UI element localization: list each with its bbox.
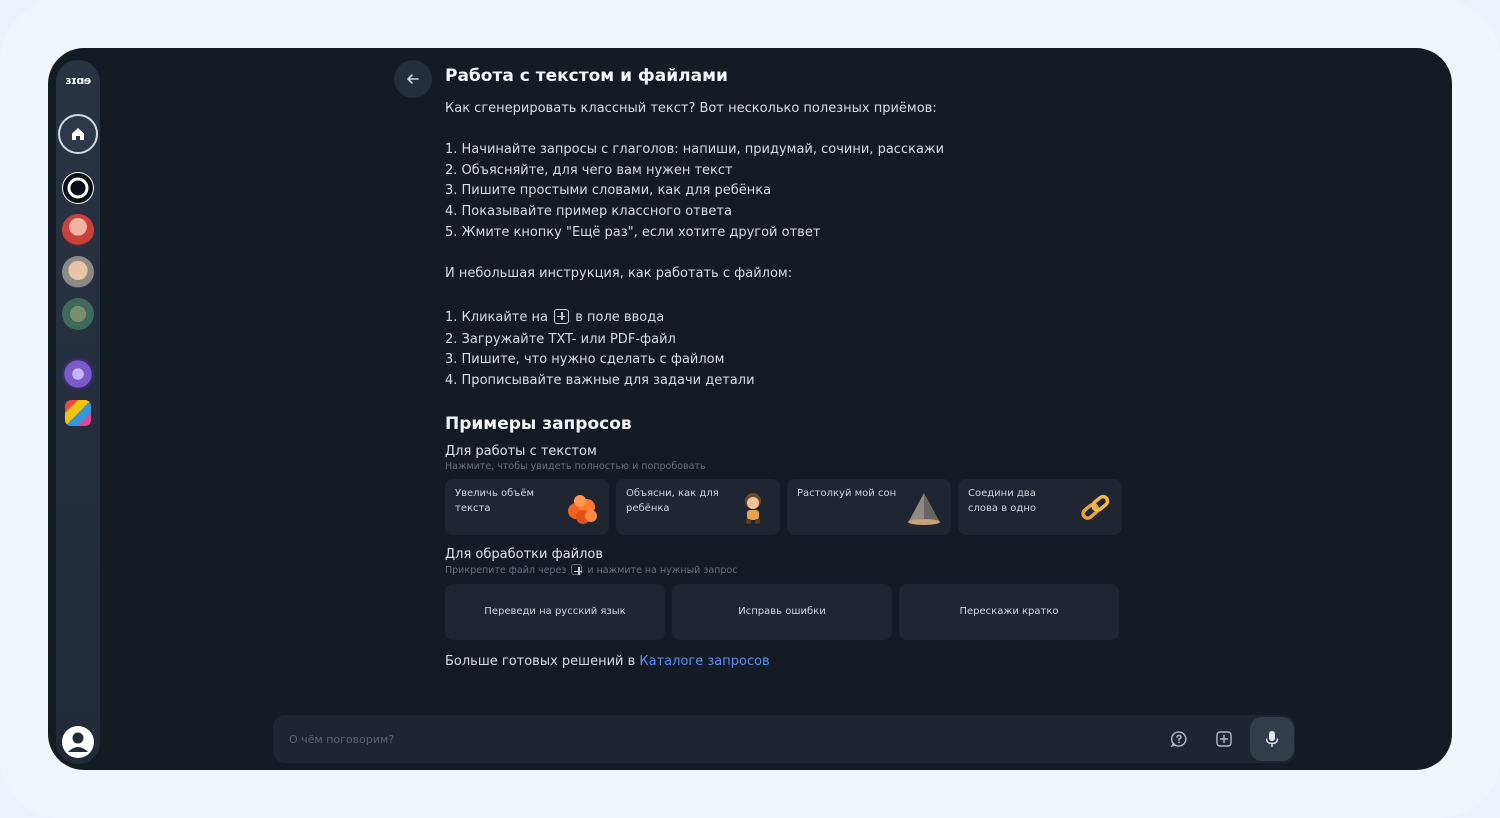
page-title: Работа с текстом и файлами xyxy=(445,66,728,86)
list-item: 4. Прописывайте важные для задачи детали xyxy=(445,373,755,389)
attach-plus-icon xyxy=(571,563,583,575)
microphone-icon xyxy=(1265,731,1279,747)
sidebar-item-avatar-gray-hair[interactable] xyxy=(62,256,94,288)
pyramid-icon xyxy=(908,492,940,525)
catalog-link[interactable]: Каталоге запросов xyxy=(639,654,769,669)
attach-button[interactable] xyxy=(1212,727,1236,751)
text-section-hint: Нажмите, чтобы увидеть полностью и попро… xyxy=(445,460,706,472)
gigachat-logo-icon xyxy=(63,173,93,203)
attach-plus-icon xyxy=(554,308,570,324)
file-intro-text: И небольшая инструкция, как работать с ф… xyxy=(445,265,793,281)
example-card[interactable]: Объясни, как для ребёнка xyxy=(616,478,780,535)
hint-text: Прикрепите файл через xyxy=(445,564,567,576)
card-label: Увеличь объём текста xyxy=(455,487,535,514)
sidebar-item-avatar-red-hair[interactable] xyxy=(62,214,94,246)
list-item: 1. Кликайте на в поле ввода xyxy=(445,306,1165,330)
list-item: 2. Загружайте TXT- или PDF-файл xyxy=(445,331,676,347)
file-section-title: Для обработки файлов xyxy=(445,546,604,562)
list-item: 4. Показывайте пример классного ответа xyxy=(445,204,732,220)
examples-heading: Примеры запросов xyxy=(445,413,632,434)
step-text: 1. Кликайте на xyxy=(445,309,548,325)
list-item: 3. Пишите простыми словами, как для ребё… xyxy=(445,183,772,199)
example-card[interactable]: Исправь ошибки xyxy=(672,583,892,640)
back-button[interactable] xyxy=(394,60,432,98)
app-window: ɜɪɑɘ Работа с текстом и файлами Как сген… xyxy=(48,48,1452,770)
intro-text: Как сгенерировать классный текст? Вот не… xyxy=(445,101,937,116)
help-bubble-icon xyxy=(1170,731,1187,748)
sidebar: ɜɪɑɘ xyxy=(56,60,100,764)
user-profile-icon xyxy=(62,726,94,758)
orange-spheres-icon xyxy=(568,494,597,524)
text-examples: Увеличь объём текста Объясни, как для ре… xyxy=(445,478,1165,535)
attach-plus-icon xyxy=(1216,731,1232,747)
sidebar-item-gigachat[interactable] xyxy=(62,172,94,204)
file-section-hint: Прикрепите файл через и нажмите на нужны… xyxy=(445,563,1165,576)
more-solutions-text: Больше готовых решений в Каталоге запрос… xyxy=(445,654,1165,669)
toy-figure-icon xyxy=(745,492,761,524)
file-examples: Переведи на русский язык Исправь ошибки … xyxy=(445,583,1165,640)
sidebar-item-avatar-purple-flower[interactable] xyxy=(62,358,94,390)
step-text: в поле ввода xyxy=(575,309,665,325)
list-item: 2. Объясняйте, для чего вам нужен текст xyxy=(445,162,733,178)
card-label: Объясни, как для ребёнка xyxy=(626,487,719,514)
list-item: 3. Пишите, что нужно сделать с файлом xyxy=(445,352,725,368)
app-logo[interactable]: ɜɪɑɘ xyxy=(63,74,93,87)
message-input[interactable] xyxy=(289,727,1139,751)
profile-button[interactable] xyxy=(58,722,98,762)
example-card[interactable]: Перескажи кратко xyxy=(899,583,1119,640)
page-frame: ɜɪɑɘ Работа с текстом и файлами Как сген… xyxy=(0,0,1500,818)
example-card[interactable]: Растолкуй мой сон xyxy=(787,478,951,535)
example-card[interactable]: Переведи на русский язык xyxy=(445,583,665,640)
main-content: Работа с текстом и файлами Как сгенериро… xyxy=(445,66,1165,669)
hint-text: и нажмите на нужный запрос xyxy=(587,564,738,576)
home-button[interactable] xyxy=(58,114,98,154)
chain-link-icon xyxy=(1081,494,1110,520)
example-card[interactable]: Соедини два слова в одно xyxy=(958,478,1122,535)
tips-list: 1. Начинайте запросы с глаголов: напиши,… xyxy=(445,140,1165,244)
sidebar-item-avatar-colorful[interactable] xyxy=(65,400,91,426)
example-card[interactable]: Увеличь объём текста xyxy=(445,478,609,535)
microphone-button[interactable] xyxy=(1250,717,1294,761)
home-icon xyxy=(72,128,84,140)
text-section-title: Для работы с текстом xyxy=(445,443,597,459)
list-item: 5. Жмите кнопку "Ещё раз", если хотите д… xyxy=(445,224,821,240)
sidebar-item-avatar-green[interactable] xyxy=(62,298,94,330)
list-item: 1. Начинайте запросы с глаголов: напиши,… xyxy=(445,141,945,157)
arrow-left-icon xyxy=(407,74,419,84)
card-label: Растолкуй мой сон xyxy=(797,487,897,499)
file-steps-list: 1. Кликайте на в поле ввода 2. Загружайт… xyxy=(445,306,1165,392)
message-input-bar xyxy=(273,715,1295,763)
help-button[interactable] xyxy=(1167,727,1191,751)
card-label: Соедини два слова в одно xyxy=(968,487,1036,514)
more-text: Больше готовых решений в xyxy=(445,653,640,669)
